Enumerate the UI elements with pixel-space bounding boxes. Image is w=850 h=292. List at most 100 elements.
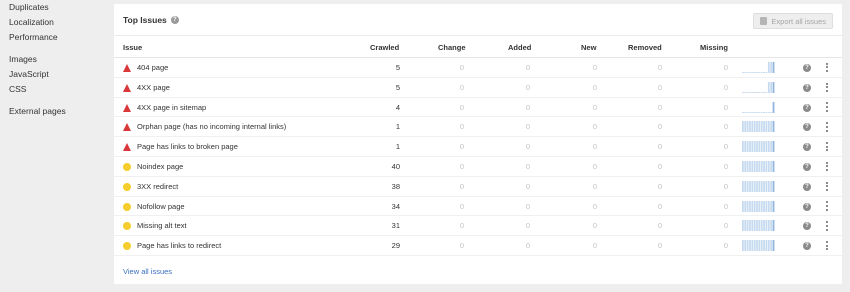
column-header-removed[interactable]: Removed: [628, 43, 662, 52]
issue-name[interactable]: 404 page: [137, 63, 168, 72]
question-mark-icon[interactable]: ?: [803, 64, 811, 72]
sparkline-bar: [753, 180, 756, 192]
sparkline-bar: [772, 81, 775, 93]
issue-name[interactable]: Nofollow page: [137, 202, 185, 211]
export-all-issues-button[interactable]: Export all issues: [753, 13, 833, 29]
table-row[interactable]: Orphan page (has no incoming internal li…: [114, 117, 842, 138]
sidebar-item-duplicates[interactable]: Duplicates: [9, 0, 110, 15]
issue-name[interactable]: Page has links to broken page: [137, 142, 238, 151]
sparkline-bar: [758, 220, 761, 232]
help-icon[interactable]: ?: [170, 15, 179, 24]
error-triangle-icon: [123, 83, 131, 92]
more-options-icon[interactable]: [824, 121, 830, 132]
question-mark-icon[interactable]: ?: [803, 103, 811, 112]
issue-name[interactable]: Noindex page: [137, 162, 183, 171]
sidebar-item-performance[interactable]: Performance: [9, 30, 110, 45]
new-count: 0: [592, 122, 597, 132]
sparkline-bar: [760, 240, 763, 252]
more-options-icon[interactable]: [824, 220, 830, 231]
column-header-change[interactable]: Change: [438, 43, 466, 52]
crawled-count[interactable]: 1: [370, 122, 400, 131]
issue-name[interactable]: 4XX page in sitemap: [137, 103, 206, 112]
sparkline-bar: [772, 62, 775, 73]
issue-name[interactable]: Missing alt text: [137, 221, 187, 230]
column-header-new[interactable]: New: [581, 43, 596, 52]
question-mark-icon[interactable]: ?: [803, 222, 811, 231]
issue-name[interactable]: Page has links to redirect: [137, 241, 221, 250]
sparkline-bar: [749, 72, 751, 73]
question-mark-icon[interactable]: ?: [803, 162, 811, 171]
crawled-count[interactable]: 34: [370, 202, 400, 211]
question-mark-icon[interactable]: ?: [803, 182, 811, 191]
table-row[interactable]: Page has links to broken page 1 0 0 0 0 0?: [114, 137, 842, 157]
view-all-issues-link[interactable]: View all issues: [123, 267, 172, 276]
sparkline-bar: [753, 200, 756, 212]
sparkline-bar: [770, 62, 773, 73]
question-mark-icon[interactable]: ?: [803, 83, 811, 92]
issue-name[interactable]: 3XX redirect: [137, 182, 178, 191]
table-row[interactable]: Nofollow page 34 0 0 0 0 0?: [114, 197, 842, 217]
sidebar-item-external-pages[interactable]: External pages: [9, 104, 110, 119]
sparkline-bar: [772, 160, 775, 172]
question-mark-icon[interactable]: ?: [803, 123, 811, 132]
trend-sparkline: [742, 220, 775, 232]
issue-name[interactable]: Orphan page (has no incoming internal li…: [137, 122, 286, 131]
sparkline-bar: [770, 121, 773, 133]
crawled-count[interactable]: 5: [370, 63, 400, 72]
column-header-issue[interactable]: Issue: [123, 43, 142, 52]
missing-count: 0: [723, 82, 728, 92]
sparkline-bar: [746, 111, 749, 113]
sidebar-item-javascript[interactable]: JavaScript: [9, 67, 110, 82]
crawled-count[interactable]: 1: [370, 142, 400, 151]
more-options-icon[interactable]: [824, 181, 830, 192]
more-options-icon[interactable]: [824, 62, 830, 73]
issue-name[interactable]: 4XX page: [137, 83, 170, 92]
question-mark-icon[interactable]: ?: [803, 242, 811, 251]
crawled-count[interactable]: 38: [370, 182, 400, 191]
sidebar-item-images[interactable]: Images: [9, 52, 110, 67]
column-header-crawled[interactable]: Crawled: [370, 43, 399, 52]
sparkline-bar: [767, 62, 770, 73]
table-row[interactable]: 4XX page 5 0 0 0 0 0?: [114, 78, 842, 98]
more-options-icon[interactable]: [824, 240, 830, 251]
column-header-missing[interactable]: Missing: [700, 43, 728, 52]
sparkline-bar: [765, 141, 768, 153]
table-row[interactable]: Missing alt text 31 0 0 0 0 0?: [114, 216, 842, 237]
table-row[interactable]: Noindex page 40 0 0 0 0 0?: [114, 157, 842, 177]
removed-count: 0: [657, 201, 662, 211]
missing-count: 0: [723, 241, 728, 251]
sparkline-bar: [758, 121, 761, 133]
top-issues-panel: Top Issues ? Export all issues Issue Cra…: [114, 4, 842, 284]
sparkline-bar: [753, 72, 756, 73]
question-mark-icon[interactable]: ?: [803, 202, 811, 211]
sidebar-item-localization[interactable]: Localization: [9, 15, 110, 30]
sparkline-bar: [760, 121, 763, 133]
more-options-icon[interactable]: [824, 82, 830, 93]
more-options-icon[interactable]: [824, 161, 830, 172]
column-header-added[interactable]: Added: [508, 43, 531, 52]
sparkline-bar: [758, 111, 761, 113]
sparkline-bar: [765, 180, 768, 192]
more-options-icon[interactable]: [824, 201, 830, 212]
sparkline-bar: [753, 91, 756, 93]
question-mark-icon[interactable]: ?: [803, 143, 811, 152]
sparkline-bar: [744, 240, 747, 252]
table-row[interactable]: 3XX redirect 38 0 0 0 0 0?: [114, 177, 842, 197]
more-options-icon[interactable]: [824, 141, 830, 152]
sparkline-bar: [742, 240, 744, 252]
sparkline-bar: [749, 160, 751, 172]
sparkline-bar: [751, 220, 754, 232]
crawled-count[interactable]: 5: [370, 83, 400, 92]
sidebar-item-css[interactable]: CSS: [9, 82, 110, 97]
error-triangle-icon: [123, 123, 131, 132]
crawled-count[interactable]: 29: [370, 241, 400, 250]
crawled-count[interactable]: 40: [370, 162, 400, 171]
table-row[interactable]: 4XX page in sitemap 4 0 0 0 0 0?: [114, 98, 842, 118]
more-options-icon[interactable]: [824, 102, 830, 113]
crawled-count[interactable]: 31: [370, 221, 400, 230]
added-count: 0: [525, 221, 530, 231]
table-row[interactable]: Page has links to redirect 29 0 0 0 0 0?: [114, 236, 842, 256]
table-row[interactable]: 404 page 5 0 0 0 0 0?: [114, 58, 842, 78]
crawled-count[interactable]: 4: [370, 103, 400, 112]
sparkline-bar: [753, 160, 756, 172]
